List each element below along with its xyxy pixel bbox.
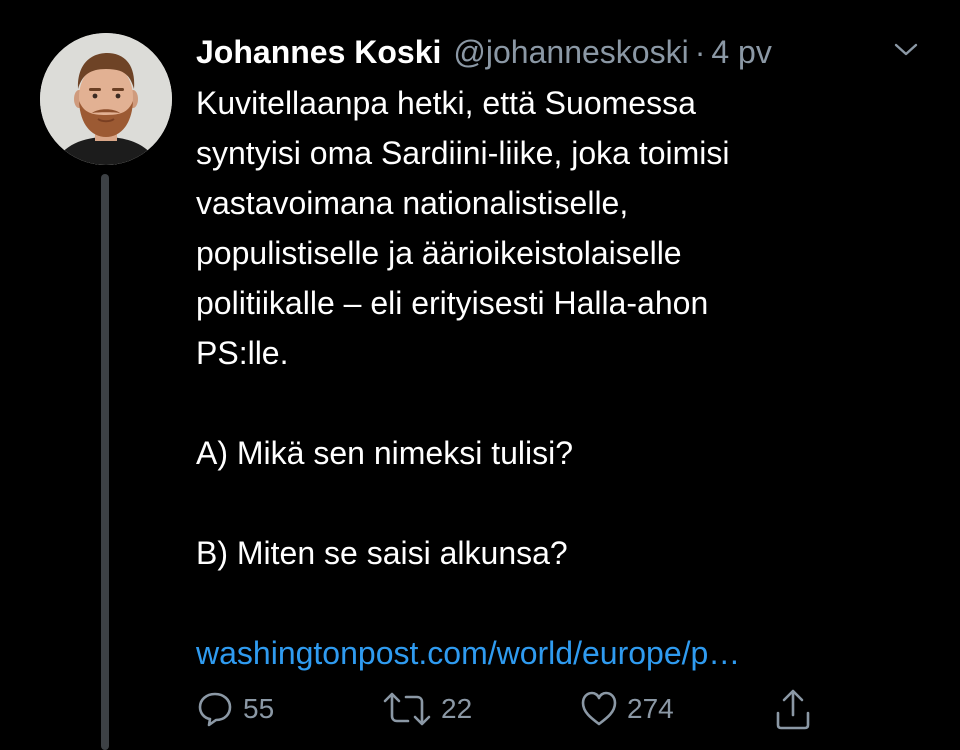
avatar[interactable] xyxy=(40,33,172,165)
tweet-header: Johannes Koski @johanneskoski · 4 pv xyxy=(196,30,772,74)
avatar-photo xyxy=(40,33,172,165)
tweet-text-line: PS:lle. xyxy=(196,335,289,371)
tweet-actions: 55 22 274 xyxy=(195,684,835,734)
retweet-button[interactable]: 22 xyxy=(381,684,472,734)
tweet-text-line: syntyisi oma Sardiini-liike, joka toimis… xyxy=(196,135,730,171)
share-button[interactable] xyxy=(773,684,813,734)
tweet-text-line: politiikalle – eli erityisesti Halla-aho… xyxy=(196,285,709,321)
reply-icon xyxy=(198,692,232,727)
chevron-down-icon[interactable] xyxy=(893,42,919,58)
tweet-text-line: vastavoimana nationalistiselle, xyxy=(196,185,629,221)
question-b: B) Miten se saisi alkunsa? xyxy=(196,535,568,571)
article-link[interactable]: washingtonpost.com/world/europe/p… xyxy=(196,635,740,671)
share-icon xyxy=(776,689,810,730)
author-handle[interactable]: @johanneskoski xyxy=(453,34,688,71)
heart-icon xyxy=(581,691,617,726)
reply-count: 55 xyxy=(243,693,275,724)
tweet: Johannes Koski @johanneskoski · 4 pv Kuv… xyxy=(0,0,960,750)
retweet-icon xyxy=(383,692,431,726)
like-count: 274 xyxy=(627,693,674,724)
tweet-timestamp[interactable]: 4 pv xyxy=(711,34,771,71)
like-button[interactable]: 274 xyxy=(579,684,674,734)
retweet-count: 22 xyxy=(441,693,473,724)
tweet-text: Kuvitellaanpa hetki, että Suomessa synty… xyxy=(196,78,926,678)
reply-button[interactable]: 55 xyxy=(195,684,274,734)
author-name[interactable]: Johannes Koski xyxy=(196,34,441,71)
tweet-text-line: populistiselle ja äärioikeistolaiselle xyxy=(196,235,682,271)
tweet-text-line: Kuvitellaanpa hetki, että Suomessa xyxy=(196,85,696,121)
header-separator: · xyxy=(694,33,706,70)
question-a: A) Mikä sen nimeksi tulisi? xyxy=(196,435,573,471)
thread-line xyxy=(101,174,109,750)
